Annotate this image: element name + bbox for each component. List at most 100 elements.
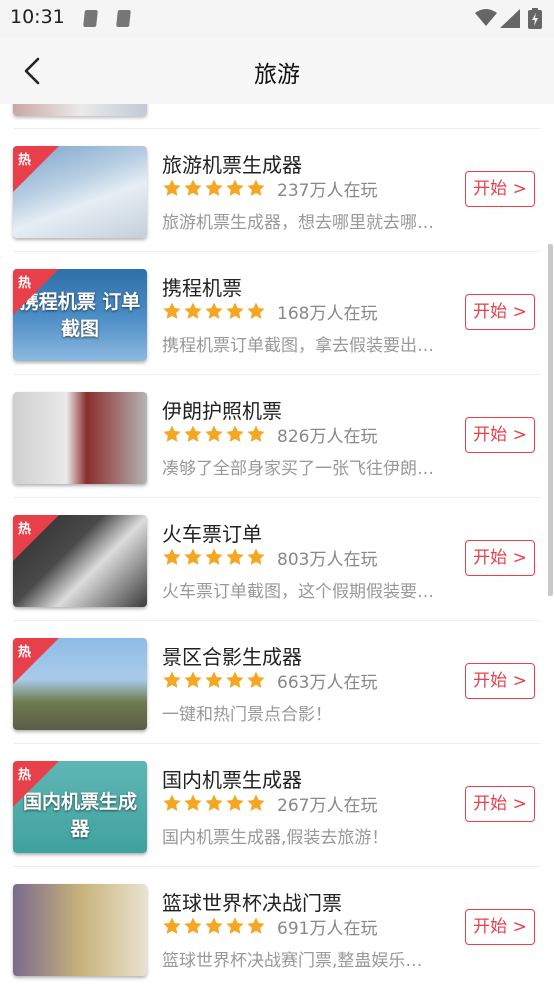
battery-icon bbox=[528, 8, 542, 29]
item-thumbnail[interactable]: 国内机票生成器热 bbox=[13, 761, 147, 853]
list-item[interactable]: 热 旅游机票生成器 237万人在玩旅游机票生成器，想去哪里就去哪… 开始 > bbox=[0, 128, 554, 251]
item-rating: 663万人在玩 bbox=[162, 668, 378, 693]
item-thumbnail[interactable] bbox=[13, 392, 147, 484]
item-rating: 237万人在玩 bbox=[162, 176, 378, 201]
item-thumbnail[interactable]: 携程机票 订单截图热 bbox=[13, 269, 147, 361]
star-icon bbox=[183, 793, 203, 813]
player-count: 168万人在玩 bbox=[277, 303, 378, 324]
page-title: 旅游 bbox=[254, 62, 300, 88]
star-icon bbox=[204, 793, 224, 813]
star-icon bbox=[162, 301, 182, 321]
start-button[interactable]: 开始 > bbox=[465, 786, 535, 822]
hot-label: 热 bbox=[18, 153, 32, 168]
list-item[interactable]: 篮球世界杯决战门票 691万人在玩篮球世界杯决战赛门票,整蛊娱乐… 开始 > bbox=[0, 866, 554, 985]
star-icon bbox=[162, 547, 182, 567]
item-description: 篮球世界杯决战赛门票,整蛊娱乐… bbox=[162, 951, 423, 971]
divider bbox=[13, 620, 541, 621]
item-title: 国内机票生成器 bbox=[162, 768, 302, 792]
scrollbar[interactable] bbox=[548, 244, 553, 596]
player-count: 663万人在玩 bbox=[277, 672, 378, 693]
star-icon bbox=[204, 301, 224, 321]
item-title: 景区合影生成器 bbox=[162, 645, 302, 669]
star-icon bbox=[246, 547, 266, 567]
list-item[interactable]: 携程机票 订单截图热携程机票 168万人在玩携程机票订单截图，拿去假装要出… 开始 … bbox=[0, 251, 554, 374]
list-item[interactable]: 热 火车票订单 803万人在玩火车票订单截图，这个假期假装要… 开始 > bbox=[0, 497, 554, 620]
list-item[interactable]: 伊朗护照机票 826万人在玩 凑够了全部身家买了一张飞往伊朗… 开始 > bbox=[0, 374, 554, 497]
item-description: 旅游机票生成器，想去哪里就去哪… bbox=[162, 213, 434, 233]
start-button[interactable]: 开始 > bbox=[465, 171, 535, 207]
star-icon bbox=[183, 178, 203, 198]
item-title: 火车票订单 bbox=[162, 522, 262, 546]
star-icon bbox=[162, 670, 182, 690]
divider bbox=[13, 497, 541, 498]
hot-label: 热 bbox=[18, 645, 32, 660]
star-icon bbox=[162, 424, 182, 444]
list-item[interactable]: 热 景区合影生成器 663万人在玩一键和热门景点合影！ 开始 > bbox=[0, 620, 554, 743]
star-icon bbox=[225, 178, 245, 198]
star-icon bbox=[246, 178, 266, 198]
star-icon bbox=[246, 670, 266, 690]
star-icon bbox=[162, 916, 182, 936]
wifi-icon bbox=[475, 9, 497, 26]
divider bbox=[13, 743, 541, 744]
star-icon bbox=[225, 547, 245, 567]
item-rating: 168万人在玩 bbox=[162, 299, 378, 324]
list-item[interactable]: 国内机票生成器热国内机票生成器 267万人在玩国内机票生成器,假装去旅游！ 开始 > bbox=[0, 743, 554, 866]
star-icon bbox=[225, 301, 245, 321]
player-count: 826万人在玩 bbox=[277, 426, 378, 447]
status-bar: 10:31 bbox=[0, 0, 554, 38]
star-icon bbox=[225, 424, 245, 444]
start-button[interactable]: 开始 > bbox=[465, 909, 535, 945]
divider bbox=[13, 374, 541, 375]
game-list[interactable]: 热旅游机票生成器 237万人在玩 旅游机票生成器，想去哪里就去哪… 开始 > 携程机票 … bbox=[0, 104, 554, 985]
player-count: 267万人在玩 bbox=[277, 795, 378, 816]
player-count: 237万人在玩 bbox=[277, 180, 378, 201]
start-button[interactable]: 开始 > bbox=[465, 663, 535, 699]
star-icon bbox=[246, 916, 266, 936]
start-button[interactable]: 开始 > bbox=[465, 417, 535, 453]
start-button[interactable]: 开始 > bbox=[465, 294, 535, 330]
star-icon bbox=[204, 178, 224, 198]
star-icon bbox=[246, 301, 266, 321]
star-icon bbox=[204, 670, 224, 690]
item-rating: 826万人在玩 bbox=[162, 422, 378, 447]
app-header: 旅游 bbox=[0, 38, 554, 104]
item-title: 伊朗护照机票 bbox=[162, 399, 282, 423]
item-rating: 691万人在玩 bbox=[162, 914, 378, 939]
star-icon bbox=[225, 793, 245, 813]
item-rating: 267万人在玩 bbox=[162, 791, 378, 816]
player-count: 803万人在玩 bbox=[277, 549, 378, 570]
divider bbox=[13, 866, 541, 867]
star-icon bbox=[225, 670, 245, 690]
divider bbox=[13, 251, 541, 252]
star-icon bbox=[183, 916, 203, 936]
star-icon bbox=[246, 793, 266, 813]
start-button[interactable]: 开始 > bbox=[465, 540, 535, 576]
partial-thumbnail bbox=[13, 104, 147, 116]
item-thumbnail[interactable]: 热 bbox=[13, 515, 147, 607]
item-title: 旅游机票生成器 bbox=[162, 153, 302, 177]
item-rating: 803万人在玩 bbox=[162, 545, 378, 570]
item-thumbnail[interactable]: 热 bbox=[13, 638, 147, 730]
item-description: 一键和热门景点合影！ bbox=[162, 705, 332, 725]
star-icon bbox=[162, 178, 182, 198]
item-thumbnail[interactable]: 热 bbox=[13, 146, 147, 238]
status-time: 10:31 bbox=[10, 6, 65, 28]
star-icon bbox=[183, 670, 203, 690]
item-description: 火车票订单截图，这个假期假装要… bbox=[162, 582, 434, 602]
hot-label: 热 bbox=[18, 276, 32, 291]
star-icon bbox=[204, 547, 224, 567]
star-icon bbox=[204, 424, 224, 444]
item-description: 国内机票生成器,假装去旅游！ bbox=[162, 828, 389, 848]
item-thumbnail[interactable] bbox=[13, 884, 147, 976]
hot-label: 热 bbox=[18, 768, 32, 783]
star-icon bbox=[183, 424, 203, 444]
item-description: 携程机票订单截图，拿去假装要出… bbox=[162, 336, 434, 356]
item-title: 携程机票 bbox=[162, 276, 242, 300]
item-title: 篮球世界杯决战门票 bbox=[162, 891, 342, 915]
star-icon bbox=[183, 301, 203, 321]
star-icon bbox=[183, 547, 203, 567]
star-icon bbox=[225, 916, 245, 936]
player-count: 691万人在玩 bbox=[277, 918, 378, 939]
star-icon bbox=[246, 424, 266, 444]
